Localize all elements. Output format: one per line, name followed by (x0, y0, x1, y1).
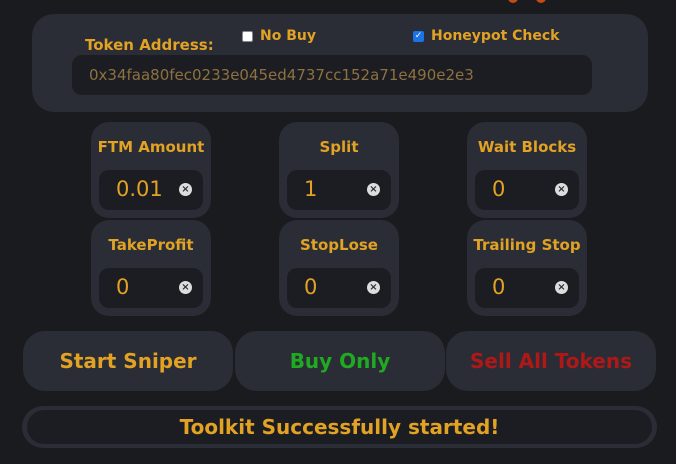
take-profit-clear-icon[interactable]: × (179, 281, 192, 294)
ftm-amount-value: 0.01 (116, 177, 163, 201)
trailing-stop-label: Trailing Stop (473, 236, 581, 254)
stop-lose-clear-icon[interactable]: × (367, 281, 380, 294)
top-decoration (500, 0, 560, 6)
ftm-amount-label: FTM Amount (97, 138, 205, 156)
wait-blocks-value: 0 (492, 177, 506, 201)
wait-blocks-label: Wait Blocks (477, 138, 577, 156)
sell-all-tokens-button[interactable]: Sell All Tokens (446, 331, 656, 391)
wait-blocks-input[interactable]: 0 × (475, 170, 579, 210)
trailing-stop-value: 0 (492, 275, 506, 299)
token-panel: Token Address: No Buy ✓ Honeypot Check (32, 14, 648, 112)
stop-lose-label: StopLose (300, 236, 378, 254)
ftm-amount-input[interactable]: 0.01 × (99, 170, 203, 210)
take-profit-input[interactable]: 0 × (99, 268, 203, 308)
no-buy-checkbox[interactable]: No Buy (242, 28, 316, 44)
ftm-amount-clear-icon[interactable]: × (179, 183, 192, 196)
split-value: 1 (304, 177, 318, 201)
take-profit-card: TakeProfit 0 × (91, 220, 211, 316)
honeypot-check-checkbox-box[interactable]: ✓ (413, 30, 424, 42)
status-message: Toolkit Successfully started! (27, 410, 652, 444)
wait-blocks-card: Wait Blocks 0 × (467, 122, 587, 218)
stop-lose-card: StopLose 0 × (279, 220, 399, 316)
start-sniper-button[interactable]: Start Sniper (23, 331, 233, 391)
stop-lose-input[interactable]: 0 × (287, 268, 391, 308)
split-card: Split 1 × (279, 122, 399, 218)
stop-lose-value: 0 (304, 275, 318, 299)
take-profit-label: TakeProfit (108, 236, 194, 254)
split-clear-icon[interactable]: × (367, 183, 380, 196)
trailing-stop-clear-icon[interactable]: × (555, 281, 568, 294)
ftm-amount-card: FTM Amount 0.01 × (91, 122, 211, 218)
take-profit-value: 0 (116, 275, 130, 299)
no-buy-checkbox-box[interactable] (242, 30, 253, 42)
buy-only-button[interactable]: Buy Only (235, 331, 445, 391)
wait-blocks-clear-icon[interactable]: × (555, 183, 568, 196)
no-buy-label: No Buy (260, 28, 316, 44)
honeypot-check-checkbox[interactable]: ✓ Honeypot Check (413, 28, 559, 44)
status-bar: Toolkit Successfully started! (22, 406, 657, 448)
trailing-stop-card: Trailing Stop 0 × (467, 220, 587, 316)
split-label: Split (319, 138, 359, 156)
honeypot-check-label: Honeypot Check (431, 28, 560, 44)
token-address-input[interactable] (72, 55, 592, 95)
token-address-label: Token Address: (85, 36, 214, 54)
trailing-stop-input[interactable]: 0 × (475, 268, 579, 308)
split-input[interactable]: 1 × (287, 170, 391, 210)
